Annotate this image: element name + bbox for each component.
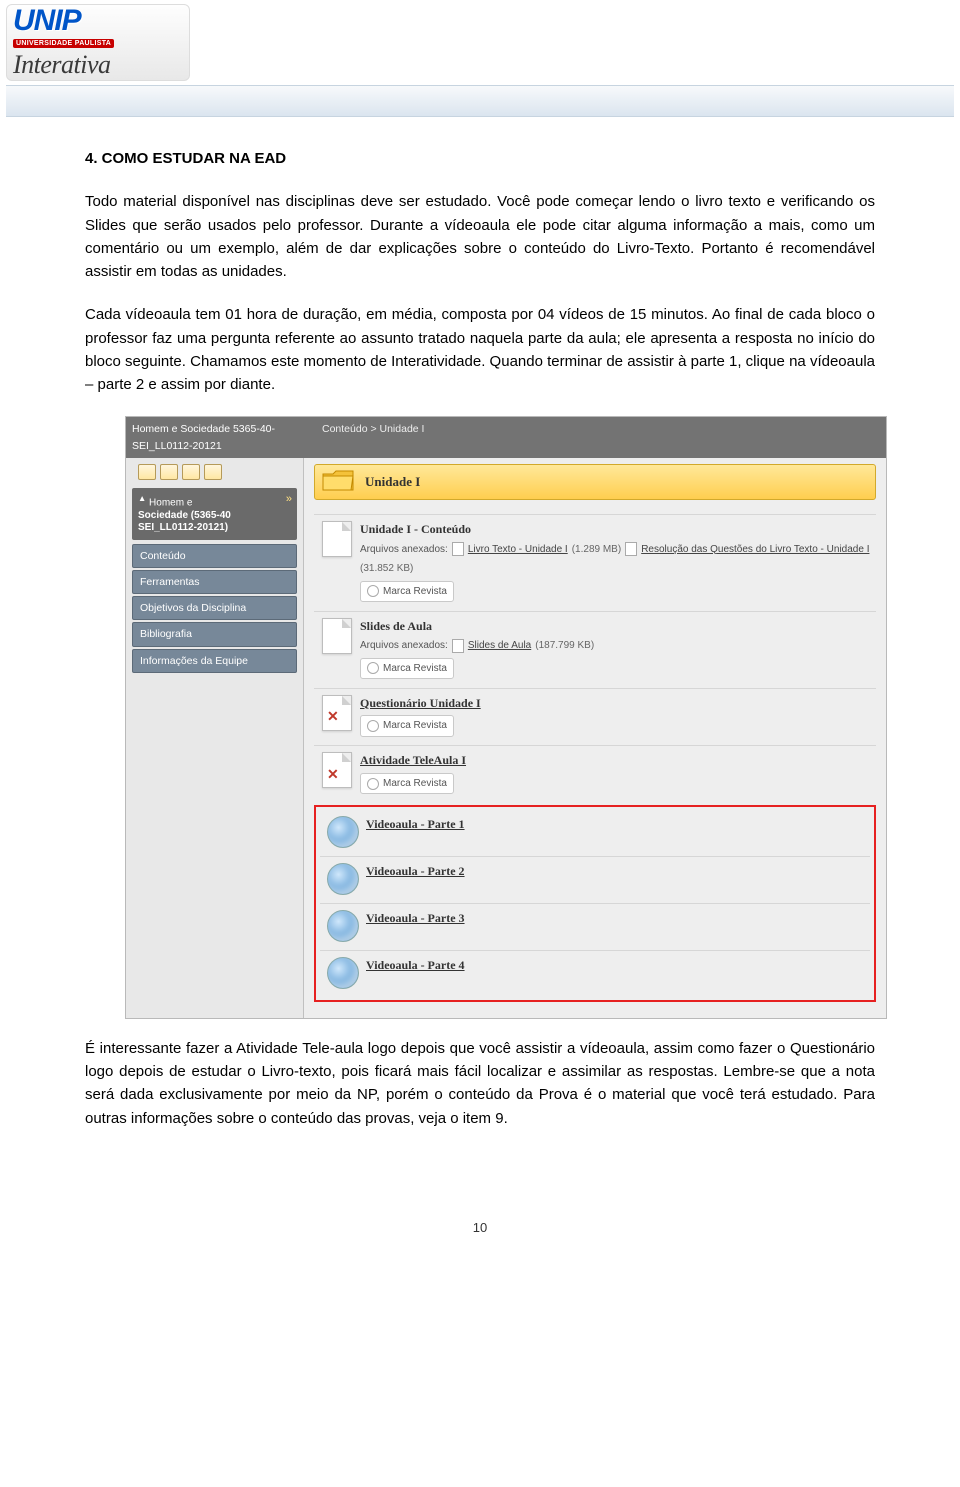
- item-title[interactable]: Slides de Aula: [360, 617, 876, 636]
- globe-icon: [327, 816, 359, 848]
- file-size: (31.852 KB): [360, 561, 413, 577]
- video-link[interactable]: Videoaula - Parte 4: [366, 956, 870, 975]
- attachment-link[interactable]: Slides de Aula: [468, 638, 531, 654]
- attachment-link[interactable]: Resolução das Questões do Livro Texto - …: [641, 542, 869, 558]
- file-size: (187.799 KB): [535, 638, 594, 654]
- file-icon: [452, 542, 464, 556]
- highlight-box: Videoaula - Parte 1 Videoaula - Parte 2 …: [314, 805, 876, 1002]
- page-number: 10: [0, 1210, 960, 1275]
- marca-revista-button[interactable]: Marca Revista: [360, 658, 454, 680]
- page-header: UNIP UNIVERSIDADE PAULISTA Interativa: [0, 0, 960, 117]
- attach-label: Arquivos anexados:: [360, 638, 448, 654]
- breadcrumb: Homem e Sociedade 5365-40-SEI_LL0112-201…: [126, 417, 886, 458]
- brand-sub: Interativa: [13, 50, 183, 80]
- quiz-icon: [322, 752, 352, 788]
- document-body: 4. COMO ESTUDAR NA EAD Todo material dis…: [0, 117, 960, 1210]
- content-item: Videoaula - Parte 2: [320, 856, 870, 903]
- file-icon: [452, 639, 464, 653]
- brand-logo: UNIP UNIVERSIDADE PAULISTA Interativa: [6, 4, 190, 81]
- document-icon: [322, 521, 352, 557]
- globe-icon: [327, 863, 359, 895]
- content-item: Videoaula - Parte 1: [320, 810, 870, 856]
- unit-title-bar: Unidade I: [314, 464, 876, 500]
- item-title[interactable]: Questionário Unidade I: [360, 694, 876, 713]
- item-title[interactable]: Unidade I - Conteúdo: [360, 520, 876, 539]
- item-title[interactable]: Atividade TeleAula I: [360, 751, 876, 770]
- tool-icon[interactable]: [182, 464, 200, 480]
- video-link[interactable]: Videoaula - Parte 2: [366, 862, 870, 881]
- circle-icon: [367, 585, 379, 597]
- paragraph-1: Todo material disponível nas disciplinas…: [85, 190, 875, 283]
- file-size: (1.289 MB): [572, 542, 621, 558]
- circle-icon: [367, 778, 379, 790]
- marca-revista-button[interactable]: Marca Revista: [360, 581, 454, 603]
- folder-icon: [321, 468, 355, 492]
- tool-icon[interactable]: [138, 464, 156, 480]
- brand-badge: UNIVERSIDADE PAULISTA: [13, 39, 114, 48]
- attachment-link[interactable]: Livro Texto - Unidade I: [468, 542, 568, 558]
- file-icon: [625, 542, 637, 556]
- circle-icon: [367, 720, 379, 732]
- attach-label: Arquivos anexados:: [360, 542, 448, 558]
- attachments-row: Arquivos anexados: Livro Texto - Unidade…: [360, 542, 876, 577]
- circle-icon: [367, 662, 379, 674]
- marca-revista-button[interactable]: Marca Revista: [360, 773, 454, 795]
- lms-screenshot: Homem e Sociedade 5365-40-SEI_LL0112-201…: [125, 416, 887, 1019]
- attachments-row: Arquivos anexados: Slides de Aula (187.7…: [360, 638, 876, 654]
- marca-revista-button[interactable]: Marca Revista: [360, 715, 454, 737]
- menu-strip: [6, 85, 954, 117]
- document-icon: [322, 618, 352, 654]
- content-item: Questionário Unidade I Marca Revista: [314, 688, 876, 746]
- content-area: Unidade I Unidade I - Conteúdo Arquivos …: [304, 458, 886, 1018]
- sidebar: » ▲ Homem e Sociedade (5365-40 SEI_LL011…: [126, 458, 304, 1018]
- paragraph-2: Cada vídeoaula tem 01 hora de duração, e…: [85, 303, 875, 396]
- expand-icon: »: [286, 493, 292, 507]
- section-heading: 4. COMO ESTUDAR NA EAD: [85, 147, 875, 170]
- unit-title: Unidade I: [365, 474, 420, 489]
- sidebar-course-title[interactable]: » ▲ Homem e Sociedade (5365-40 SEI_LL011…: [132, 488, 297, 540]
- content-item: Unidade I - Conteúdo Arquivos anexados: …: [314, 514, 876, 611]
- tool-icon[interactable]: [204, 464, 222, 480]
- quiz-icon: [322, 695, 352, 731]
- globe-icon: [327, 957, 359, 989]
- content-item: Videoaula - Parte 4: [320, 950, 870, 997]
- breadcrumb-path: Conteúdo > Unidade I: [322, 421, 424, 454]
- content-item: Slides de Aula Arquivos anexados: Slides…: [314, 611, 876, 688]
- breadcrumb-course: Homem e Sociedade 5365-40-SEI_LL0112-201…: [132, 421, 322, 454]
- globe-icon: [327, 910, 359, 942]
- video-link[interactable]: Videoaula - Parte 3: [366, 909, 870, 928]
- sidebar-item-objetivos[interactable]: Objetivos da Disciplina: [132, 596, 297, 620]
- tool-icon[interactable]: [160, 464, 178, 480]
- sidebar-item-conteudo[interactable]: Conteúdo: [132, 544, 297, 568]
- sidebar-tool-buttons: [132, 464, 297, 480]
- paragraph-3: É interessante fazer a Atividade Tele-au…: [85, 1037, 875, 1130]
- video-link[interactable]: Videoaula - Parte 1: [366, 815, 870, 834]
- content-item: Videoaula - Parte 3: [320, 903, 870, 950]
- sidebar-item-bibliografia[interactable]: Bibliografia: [132, 622, 297, 646]
- sidebar-item-equipe[interactable]: Informações da Equipe: [132, 649, 297, 673]
- sidebar-item-ferramentas[interactable]: Ferramentas: [132, 570, 297, 594]
- brand-name: UNIP: [13, 7, 183, 34]
- content-item: Atividade TeleAula I Marca Revista: [314, 745, 876, 803]
